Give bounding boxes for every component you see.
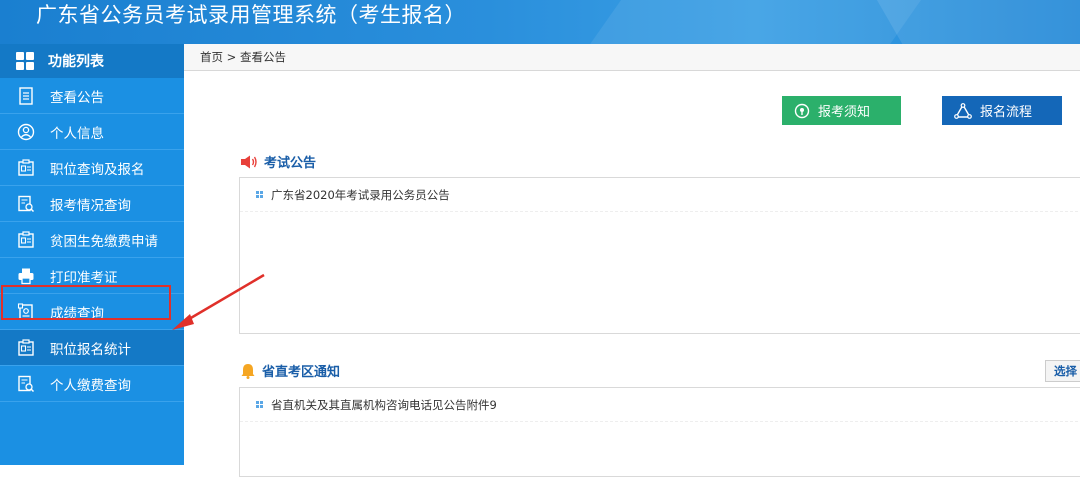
process-button-label: 报名流程: [980, 105, 1033, 120]
app-header: 广东省公务员考试录用管理系统（考生报名）: [0, 0, 1080, 44]
printer-icon: [16, 266, 36, 286]
bullet-icon: [256, 191, 263, 198]
highlight-annotation: [1, 285, 171, 320]
sidebar-item-personal-info[interactable]: 个人信息: [0, 114, 184, 150]
notice-button[interactable]: 报考须知: [782, 96, 901, 125]
exam-announcement-label: 考试公告: [264, 156, 317, 171]
district-notice-label: 省直考区通知: [262, 365, 341, 380]
district-notice-title: 省直考区通知: [240, 361, 340, 380]
app-title: 广东省公务员考试录用管理系统（考生报名）: [36, 3, 466, 27]
list-item[interactable]: 广东省2020年考试录用公务员公告: [240, 178, 1080, 212]
sidebar-item-fee-waiver[interactable]: 贫困生免缴费申请: [0, 222, 184, 258]
sidebar-item-label: 职位查询及报名: [50, 161, 145, 178]
bullet-icon: [256, 401, 263, 408]
sidebar-item-announcements[interactable]: 查看公告: [0, 78, 184, 114]
notice-button-label: 报考须知: [818, 105, 871, 120]
notice-link[interactable]: 省直机关及其直属机构咨询电话见公告附件9: [271, 397, 497, 413]
sidebar-item-label: 报考情况查询: [50, 197, 131, 214]
id-card-icon: [16, 338, 36, 358]
exam-announcement-panel: 广东省2020年考试录用公务员公告: [239, 177, 1080, 334]
user-icon: [16, 122, 36, 142]
sidebar-item-position-stats[interactable]: 职位报名统计: [0, 330, 184, 366]
breadcrumb: 首页 > 查看公告: [184, 44, 1080, 71]
exam-announcement-title: 考试公告: [240, 152, 316, 171]
sidebar: 功能列表 查看公告 个人信息 职位查询及报名 报考情况查询 贫困生免缴费申请 打…: [0, 44, 184, 465]
id-card-icon: [16, 158, 36, 178]
sidebar-item-position-search[interactable]: 职位查询及报名: [0, 150, 184, 186]
sidebar-heading-label: 功能列表: [48, 54, 104, 70]
sidebar-item-label: 职位报名统计: [50, 341, 131, 358]
sidebar-item-payment-query[interactable]: 个人缴费查询: [0, 366, 184, 402]
speaker-icon: [240, 155, 258, 169]
announcement-link[interactable]: 广东省2020年考试录用公务员公告: [271, 187, 450, 203]
sidebar-item-label: 贫困生免缴费申请: [50, 233, 158, 250]
sidebar-item-label: 打印准考证: [50, 269, 118, 286]
id-card-icon: [16, 230, 36, 250]
document-icon: [16, 86, 36, 106]
location-pin-icon: [794, 103, 810, 119]
select-button[interactable]: 选择: [1045, 360, 1080, 382]
sidebar-heading: 功能列表: [0, 44, 184, 78]
search-document-icon: [16, 194, 36, 214]
list-item[interactable]: 省直机关及其直属机构咨询电话见公告附件9: [240, 388, 1080, 422]
process-icon: [954, 102, 972, 119]
sidebar-item-label: 查看公告: [50, 89, 104, 106]
bell-icon: [240, 363, 256, 379]
sidebar-item-label: 个人缴费查询: [50, 377, 131, 394]
process-button[interactable]: 报名流程: [942, 96, 1062, 125]
main-content: 首页 > 查看公告 报考须知 报名流程 考试公告 广东省2020年考试录用公务员…: [184, 44, 1080, 477]
header-decoration: [871, 0, 1080, 44]
search-document-icon: [16, 374, 36, 394]
sidebar-item-application-status[interactable]: 报考情况查询: [0, 186, 184, 222]
grid-icon: [16, 52, 34, 70]
district-notice-panel: 省直机关及其直属机构咨询电话见公告附件9: [239, 387, 1080, 477]
sidebar-item-label: 个人信息: [50, 125, 104, 142]
